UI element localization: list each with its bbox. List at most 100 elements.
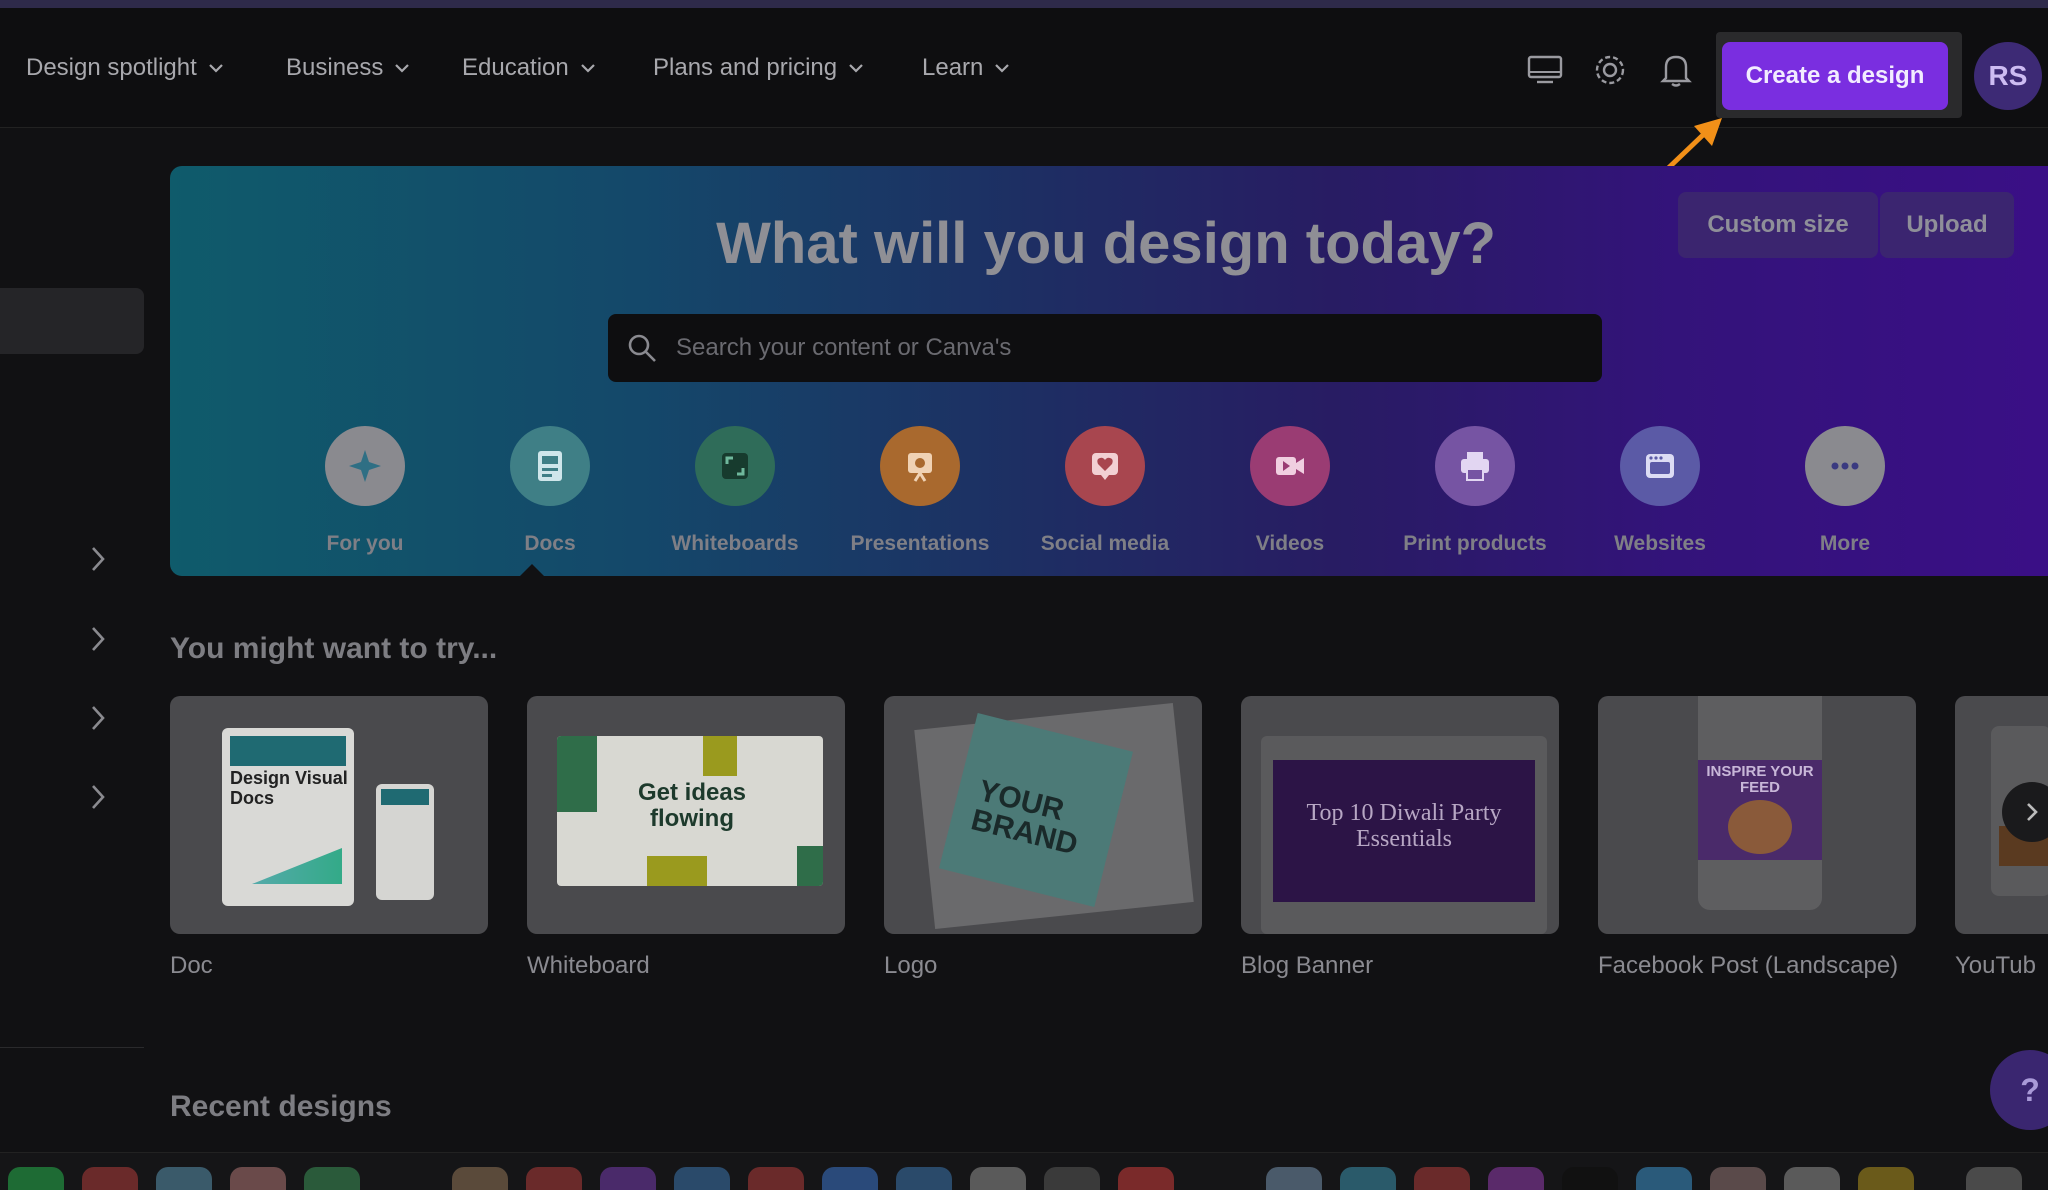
search-input[interactable]: Search your content or Canva's bbox=[676, 334, 1011, 362]
whiteboard-thumbnail: Get ideas flowing bbox=[557, 736, 823, 886]
category-print-products[interactable]: Print products bbox=[1385, 426, 1565, 556]
create-a-design-button[interactable]: Create a design bbox=[1722, 42, 1948, 110]
category-websites[interactable]: Websites bbox=[1570, 426, 1750, 556]
nav-plans-and-pricing[interactable]: Plans and pricing bbox=[653, 54, 865, 82]
chevron-right-icon[interactable] bbox=[86, 544, 110, 574]
nav-business[interactable]: Business bbox=[286, 54, 411, 82]
monitor-icon[interactable] bbox=[1525, 50, 1565, 90]
hero-banner: What will you design today? Custom size … bbox=[170, 166, 2048, 576]
sparkle-icon bbox=[325, 426, 405, 506]
dock-app-icon[interactable] bbox=[230, 1167, 286, 1190]
dock-app-icon[interactable] bbox=[1966, 1167, 2022, 1190]
category-docs[interactable]: Docs bbox=[460, 426, 640, 556]
category-social-media[interactable]: Social media bbox=[1015, 426, 1195, 556]
dock-app-icon[interactable] bbox=[1488, 1167, 1544, 1190]
website-icon bbox=[1620, 426, 1700, 506]
dock-app-icon[interactable] bbox=[674, 1167, 730, 1190]
dock-app-icon[interactable] bbox=[970, 1167, 1026, 1190]
dock-app-icon[interactable] bbox=[1118, 1167, 1174, 1190]
chevron-down-icon bbox=[995, 64, 1010, 73]
dock-app-icon[interactable] bbox=[1562, 1167, 1618, 1190]
search-bar[interactable]: Search your content or Canva's bbox=[608, 314, 1602, 382]
dock-app-icon[interactable] bbox=[8, 1167, 64, 1190]
doc-thumbnail: Design Visual Docs bbox=[222, 728, 354, 906]
suggestion-card-logo[interactable]: YOUR BRAND bbox=[884, 696, 1202, 934]
nav-label: Design spotlight bbox=[26, 54, 197, 81]
chevron-down-icon bbox=[208, 64, 223, 73]
recent-designs-title: Recent designs bbox=[170, 1090, 392, 1123]
help-button[interactable]: ? bbox=[1990, 1050, 2048, 1130]
facebook-post-thumbnail: INSPIRE YOUR FEED bbox=[1698, 760, 1822, 860]
custom-size-button[interactable]: Custom size bbox=[1678, 192, 1878, 258]
top-navigation: Design spotlight Business Education Plan… bbox=[0, 8, 2048, 128]
dock-app-icon[interactable] bbox=[1044, 1167, 1100, 1190]
category-label: Websites bbox=[1614, 532, 1706, 555]
suggestion-card-facebook-post[interactable]: INSPIRE YOUR FEED bbox=[1598, 696, 1916, 934]
gear-icon[interactable] bbox=[1590, 50, 1630, 90]
category-more[interactable]: More bbox=[1755, 426, 1935, 556]
suggestion-card-whiteboard[interactable]: Get ideas flowing bbox=[527, 696, 845, 934]
chevron-down-icon bbox=[580, 64, 595, 73]
dock-app-icon[interactable] bbox=[526, 1167, 582, 1190]
category-label: Print products bbox=[1403, 532, 1547, 555]
suggestion-card-blog-banner[interactable]: Top 10 Diwali Party Essentials bbox=[1241, 696, 1559, 934]
dock-app-icon[interactable] bbox=[1710, 1167, 1766, 1190]
suggestions-title: You might want to try... bbox=[170, 632, 498, 665]
nav-design-spotlight[interactable]: Design spotlight bbox=[26, 54, 225, 82]
dock-app-icon[interactable] bbox=[600, 1167, 656, 1190]
nav-learn[interactable]: Learn bbox=[922, 54, 1011, 82]
upload-button[interactable]: Upload bbox=[1880, 192, 2014, 258]
sidebar-selected-item[interactable] bbox=[0, 288, 144, 354]
dock-app-icon[interactable] bbox=[1636, 1167, 1692, 1190]
category-label: Docs bbox=[524, 532, 576, 555]
nav-label: Business bbox=[286, 54, 384, 81]
dock-app-icon[interactable] bbox=[304, 1167, 360, 1190]
chevron-right-icon[interactable] bbox=[86, 703, 110, 733]
bell-icon[interactable] bbox=[1656, 50, 1696, 90]
thumb-text: Get ideas flowing bbox=[637, 779, 747, 832]
dock-app-icon[interactable] bbox=[1340, 1167, 1396, 1190]
dock-app-icon[interactable] bbox=[1858, 1167, 1914, 1190]
chevron-down-icon bbox=[395, 64, 410, 73]
nav-label: Education bbox=[462, 54, 569, 81]
category-label: For you bbox=[326, 532, 404, 555]
dock-app-icon[interactable] bbox=[82, 1167, 138, 1190]
dock-app-icon[interactable] bbox=[1784, 1167, 1840, 1190]
video-icon bbox=[1250, 426, 1330, 506]
dock-app-icon[interactable] bbox=[1414, 1167, 1470, 1190]
search-icon bbox=[628, 334, 656, 362]
dock-app-icon[interactable] bbox=[896, 1167, 952, 1190]
card-label: Whiteboard bbox=[527, 952, 650, 979]
category-label: Videos bbox=[1255, 532, 1325, 555]
dock-app-icon[interactable] bbox=[156, 1167, 212, 1190]
avatar[interactable]: RS bbox=[1974, 42, 2042, 110]
more-icon bbox=[1805, 426, 1885, 506]
whiteboard-icon bbox=[695, 426, 775, 506]
category-whiteboards[interactable]: Whiteboards bbox=[645, 426, 825, 556]
category-presentations[interactable]: Presentations bbox=[830, 426, 1010, 556]
nav-education[interactable]: Education bbox=[462, 54, 597, 82]
nav-label: Learn bbox=[922, 54, 984, 81]
doc-icon bbox=[510, 426, 590, 506]
mac-dock bbox=[0, 1152, 2048, 1190]
chevron-right-icon[interactable] bbox=[86, 624, 110, 654]
category-label: Presentations bbox=[850, 532, 990, 555]
category-label: Social media bbox=[1040, 532, 1170, 555]
chevron-right-icon bbox=[2027, 803, 2038, 821]
nav-label: Plans and pricing bbox=[653, 54, 838, 81]
dock-app-icon[interactable] bbox=[452, 1167, 508, 1190]
category-for-you[interactable]: For you bbox=[275, 426, 455, 556]
sidebar-divider bbox=[0, 1047, 144, 1048]
selected-category-pointer bbox=[518, 564, 546, 576]
card-label: Doc bbox=[170, 952, 213, 979]
category-videos[interactable]: Videos bbox=[1200, 426, 1380, 556]
category-label: Whiteboards bbox=[671, 532, 799, 555]
dock-app-icon[interactable] bbox=[1266, 1167, 1322, 1190]
dock-app-icon[interactable] bbox=[822, 1167, 878, 1190]
chevron-right-icon[interactable] bbox=[86, 782, 110, 812]
suggestion-card-doc[interactable]: Design Visual Docs bbox=[170, 696, 488, 934]
card-label: YouTub bbox=[1955, 952, 2036, 979]
top-strip bbox=[0, 0, 2048, 8]
blog-banner-thumbnail: Top 10 Diwali Party Essentials bbox=[1273, 760, 1535, 902]
dock-app-icon[interactable] bbox=[748, 1167, 804, 1190]
